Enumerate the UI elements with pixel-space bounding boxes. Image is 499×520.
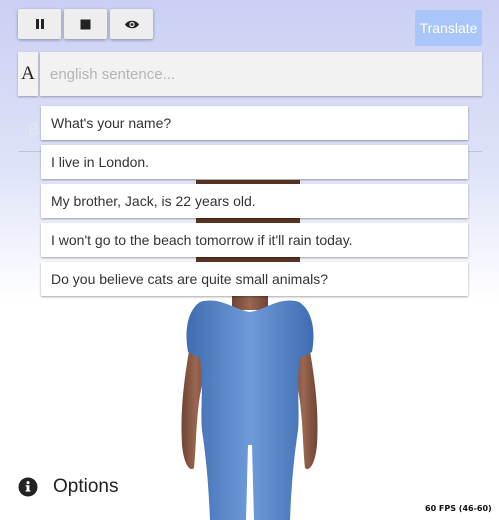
- options-button[interactable]: Options: [18, 474, 118, 500]
- suggestion-item[interactable]: Do you believe cats are quite small anim…: [41, 262, 468, 296]
- options-label: Options: [53, 476, 119, 497]
- avatar-body-suit: [186, 300, 314, 520]
- suggestion-item[interactable]: I live in London.: [41, 145, 468, 179]
- suggestion-item[interactable]: I won't go to the beach tomorrow if it'l…: [41, 223, 468, 257]
- sentence-input[interactable]: [40, 52, 482, 96]
- toggle-view-button[interactable]: [110, 9, 153, 39]
- suggestion-item[interactable]: What's your name?: [41, 106, 468, 140]
- info-icon: [18, 477, 38, 497]
- language-indicator: A: [18, 52, 38, 96]
- pause-button[interactable]: [18, 9, 61, 39]
- suggestions-dropdown: What's your name? I live in London. My b…: [41, 106, 468, 301]
- stop-icon: [80, 19, 91, 29]
- stop-button[interactable]: [64, 9, 107, 39]
- pause-icon: [35, 19, 44, 29]
- fps-counter: 60 FPS (46-60): [425, 504, 492, 513]
- translate-button[interactable]: Translate: [415, 10, 482, 46]
- eye-icon: [124, 20, 139, 28]
- suggestion-item[interactable]: My brother, Jack, is 22 years old.: [41, 184, 468, 218]
